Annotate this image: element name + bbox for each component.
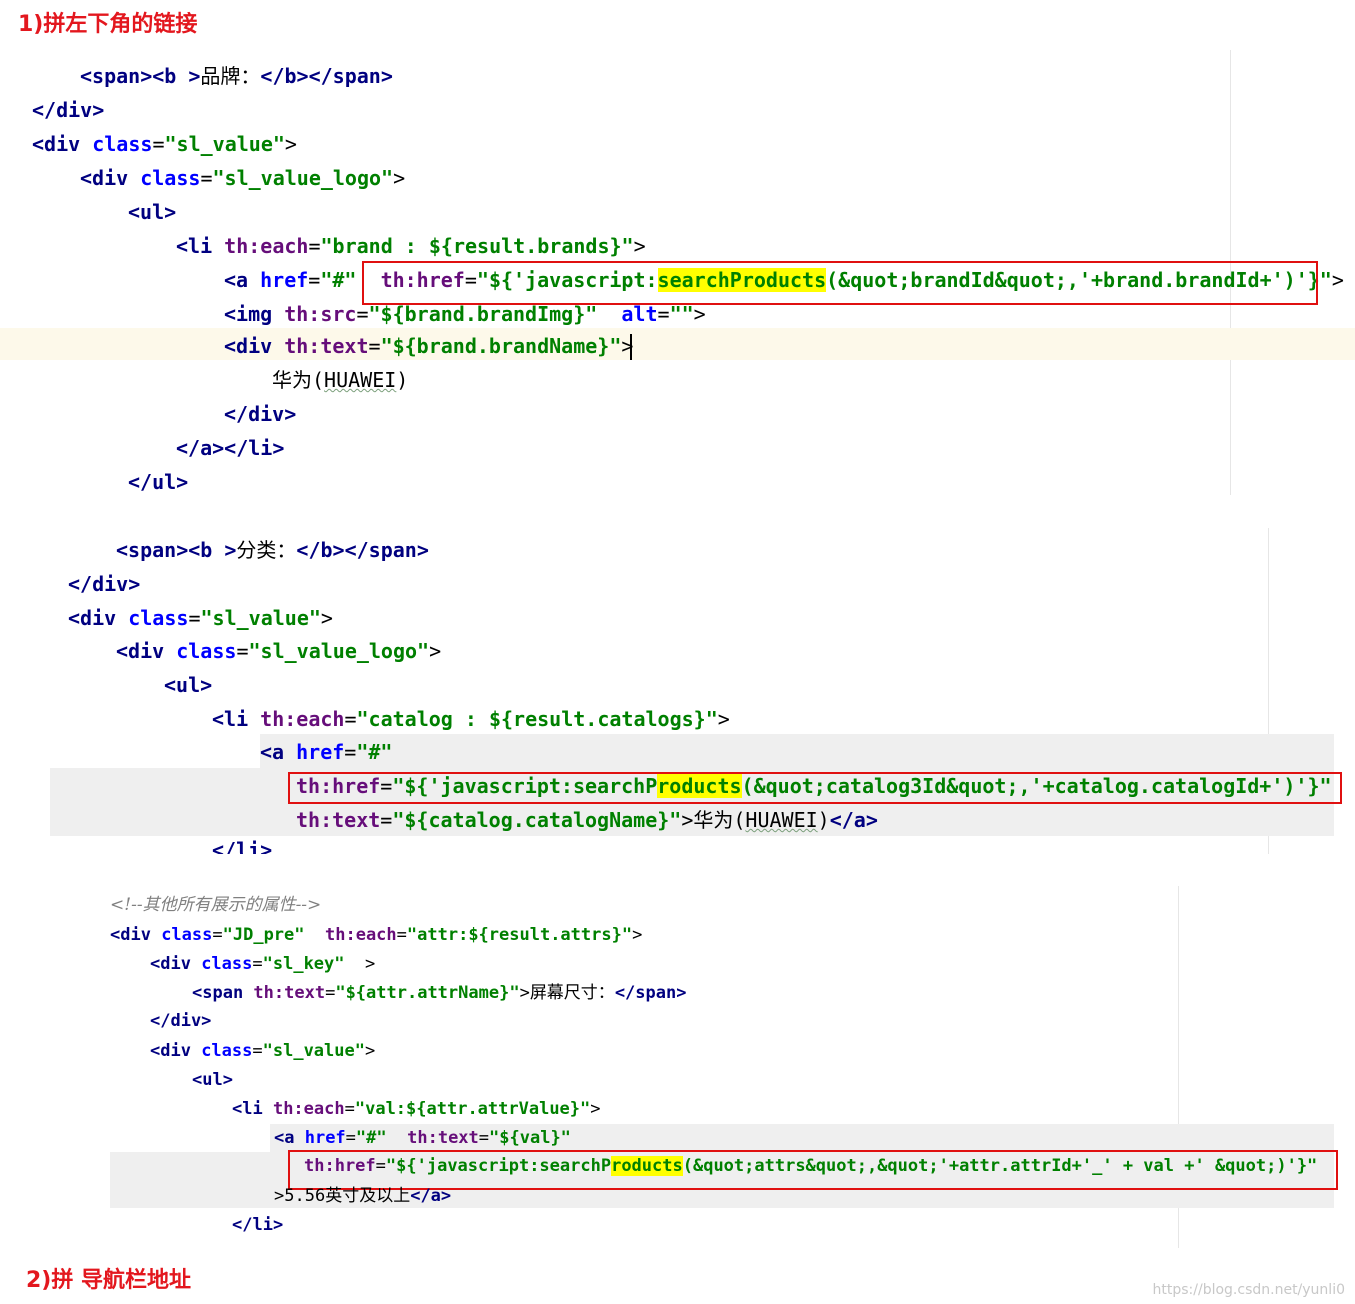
code-line: <div class="sl_key" > [150, 954, 376, 974]
code-line: <div class="sl_value"> [150, 1041, 376, 1061]
text-cursor [630, 334, 632, 360]
code-line: th:text="${catalog.catalogName}">华为(HUAW… [296, 808, 878, 832]
code-line: <li th:each="brand : ${result.brands}"> [176, 234, 646, 258]
code-line: </ul> [128, 470, 189, 494]
code-line: <a href="#" [260, 740, 393, 764]
code-line: <ul> [164, 673, 213, 697]
code-line: </div> [150, 1011, 212, 1031]
code-line: <ul> [192, 1070, 233, 1090]
code-line: <span th:text="${attr.attrName}">屏幕尺寸：</… [192, 983, 687, 1003]
code-line: <li th:each="catalog : ${result.catalogs… [212, 707, 730, 731]
code-line: </div> [32, 98, 105, 122]
watermark: https://blog.csdn.net/yunli0 [1152, 1282, 1345, 1298]
code-line: </li> [212, 838, 273, 854]
code-block-attrs: <!--其他所有展示的属性--> <div class="JD_pre" th:… [100, 886, 1340, 1248]
highlight-box-catalog-href [288, 772, 1342, 804]
code-line: </li> [232, 1215, 284, 1235]
caption-left-bottom-link: 1)拼左下角的链接 [18, 12, 198, 37]
code-line: <div class="sl_value"> [32, 132, 297, 156]
code-line: <div class="sl_value_logo"> [116, 639, 442, 663]
code-line: <span><b >品牌：</b></span> [80, 64, 393, 88]
code-block-catalog: <span><b >分类：</b></span> </div> <div cla… [50, 528, 1342, 854]
code-line: <span><b >分类：</b></span> [116, 538, 429, 562]
code-line: >5.56英寸及以上</a> [274, 1186, 452, 1206]
code-line: </div> [68, 572, 141, 596]
code-line: </a></li> [176, 436, 285, 460]
code-line: <img th:src="${brand.brandImg}" alt=""> [224, 302, 706, 326]
code-line: 华为(HUAWEI) [272, 368, 409, 392]
code-block-brand: <span><b >品牌：</b></span> </div> <div cla… [0, 40, 1355, 500]
caption-nav-bar-address: 2)拼 导航栏地址 [26, 1268, 192, 1293]
code-line: <ul> [128, 200, 177, 224]
code-line: <div th:text="${brand.brandName}"> [224, 334, 634, 358]
code-line: <a href="#" th:text="${val}" [274, 1128, 571, 1148]
code-line: <div class="sl_value_logo"> [80, 166, 406, 190]
code-line: <li th:each="val:${attr.attrValue}"> [232, 1099, 601, 1119]
code-line: </div> [224, 402, 297, 426]
code-comment: <!--其他所有展示的属性--> [110, 895, 322, 915]
code-line: <div class="JD_pre" th:each="attr:${resu… [110, 925, 643, 945]
code-line: <div class="sl_value"> [68, 606, 333, 630]
